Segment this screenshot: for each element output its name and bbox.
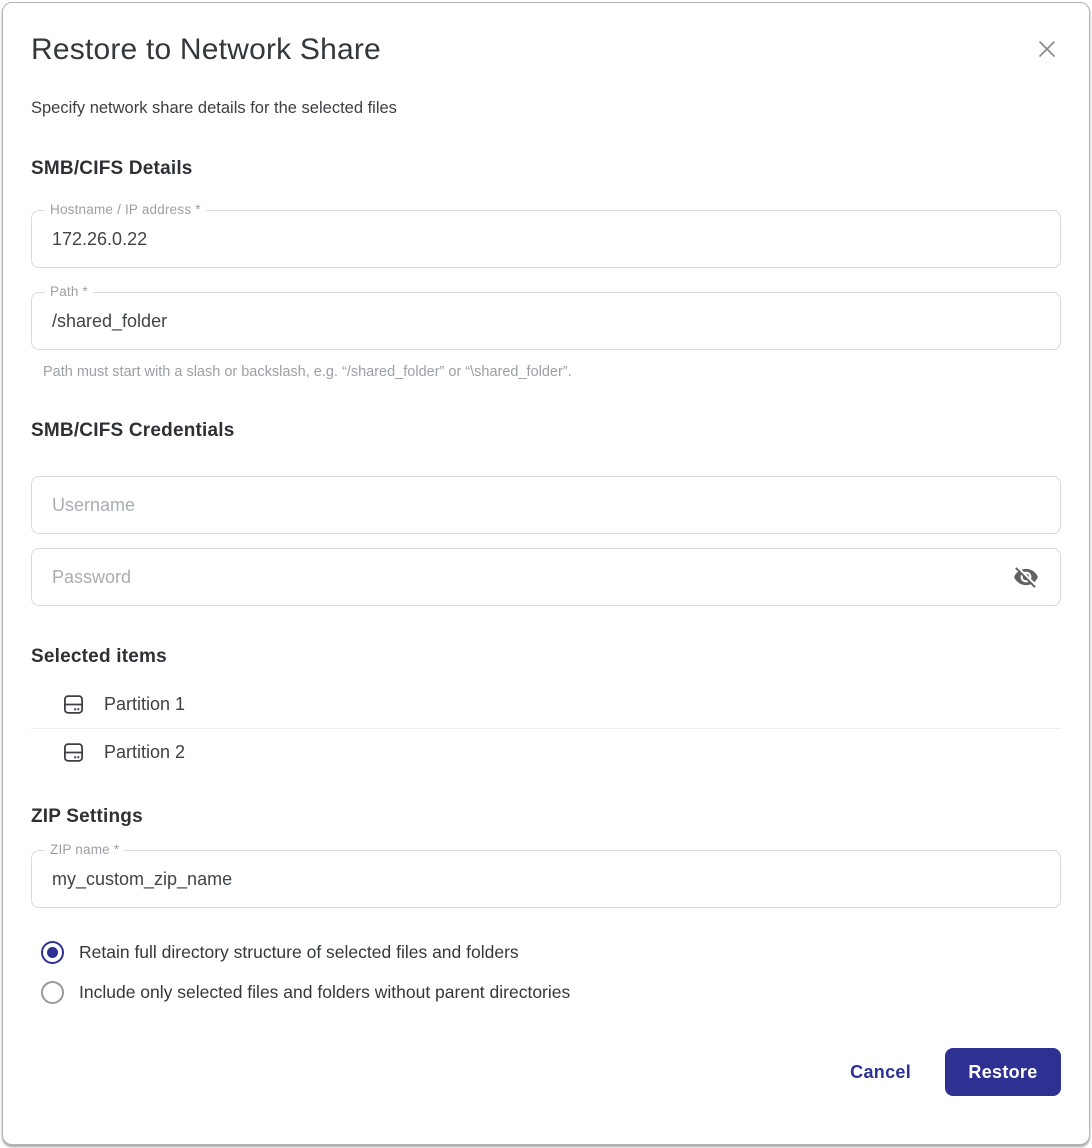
- password-input[interactable]: [52, 566, 1012, 588]
- partition-icon: [61, 740, 86, 765]
- radio-only-selected[interactable]: Include only selected files and folders …: [31, 972, 1061, 1012]
- selected-items-heading: Selected items: [31, 646, 167, 667]
- zip-settings-heading: ZIP Settings: [31, 806, 143, 827]
- hostname-field[interactable]: Hostname / IP address *: [31, 202, 1061, 268]
- restore-button[interactable]: Restore: [945, 1048, 1061, 1096]
- path-field-label: Path *: [45, 284, 93, 299]
- cancel-button[interactable]: Cancel: [850, 1062, 911, 1083]
- path-field[interactable]: Path *: [31, 284, 1061, 350]
- zip-name-input[interactable]: [52, 868, 1040, 890]
- radio-selected-icon[interactable]: [41, 940, 64, 964]
- list-item: Partition 2: [31, 728, 1061, 776]
- path-helper-text: Path must start with a slash or backslas…: [43, 364, 572, 380]
- list-item: Partition 1: [31, 680, 1061, 728]
- restore-dialog: Restore to Network Share Specify network…: [2, 2, 1090, 1145]
- radio-label: Include only selected files and folders …: [79, 981, 571, 1002]
- zip-name-field-label: ZIP name *: [45, 842, 125, 857]
- dialog-footer: Cancel Restore: [31, 1048, 1061, 1096]
- credentials-heading: SMB/CIFS Credentials: [31, 420, 235, 441]
- hostname-field-label: Hostname / IP address *: [45, 202, 206, 217]
- username-input[interactable]: [52, 494, 1040, 516]
- partition-icon: [61, 692, 86, 717]
- radio-label: Retain full directory structure of selec…: [79, 941, 519, 962]
- visibility-off-icon[interactable]: [1012, 563, 1040, 591]
- list-item-label: Partition 1: [104, 693, 186, 714]
- smb-details-heading: SMB/CIFS Details: [31, 158, 193, 179]
- list-item-label: Partition 2: [104, 742, 186, 762]
- path-input[interactable]: [52, 310, 1040, 332]
- zip-structure-radio-group: Retain full directory structure of selec…: [31, 932, 1061, 1012]
- hostname-input[interactable]: [52, 228, 1040, 250]
- dialog-header: Restore to Network Share: [31, 33, 1061, 67]
- username-field[interactable]: [31, 476, 1061, 534]
- zip-name-field[interactable]: ZIP name *: [31, 842, 1061, 908]
- dialog-title: Restore to Network Share: [31, 33, 381, 66]
- radio-unselected-icon[interactable]: [41, 980, 64, 1004]
- selected-items-list: Partition 1 Partition 2: [31, 680, 1061, 776]
- close-icon[interactable]: [1033, 35, 1061, 63]
- password-field[interactable]: [31, 548, 1061, 606]
- dialog-subtitle: Specify network share details for the se…: [31, 99, 397, 117]
- radio-retain-structure[interactable]: Retain full directory structure of selec…: [31, 932, 1061, 972]
